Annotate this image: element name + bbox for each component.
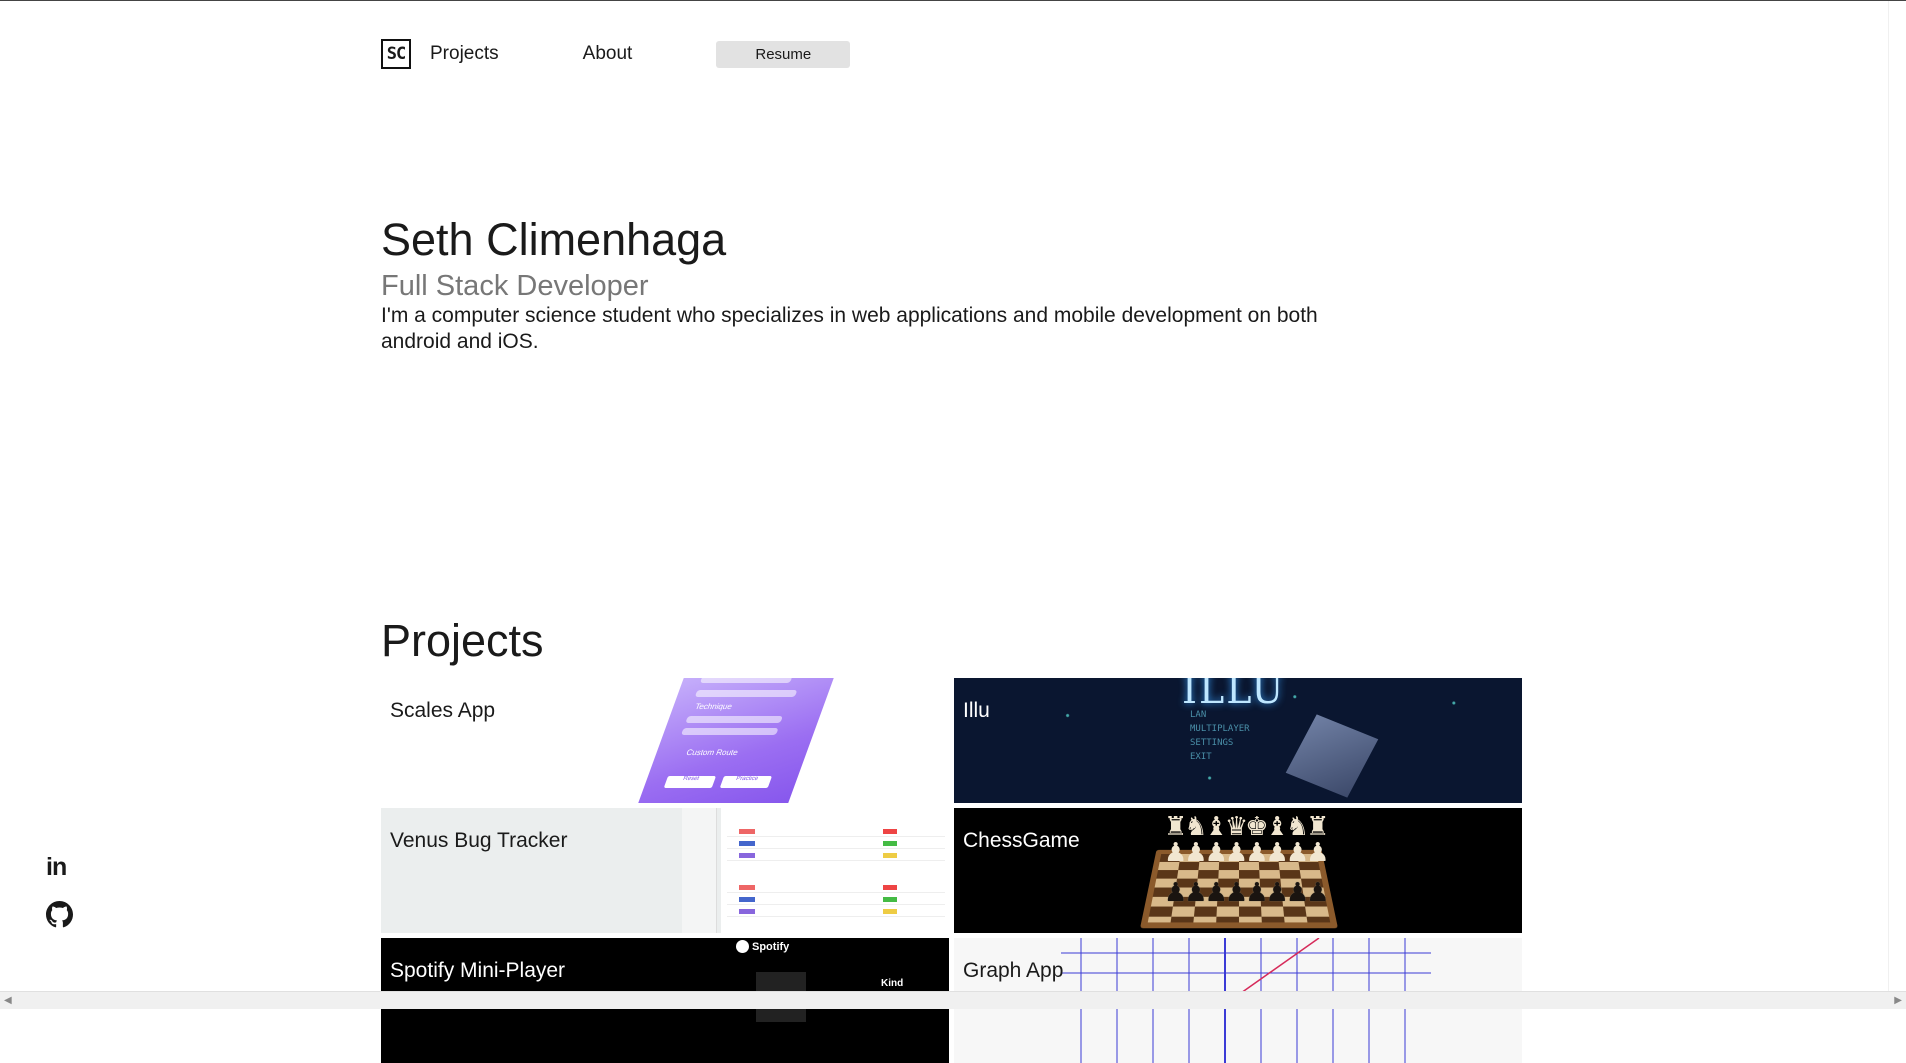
project-card-illu[interactable]: Illu ILLU LAN MULTIPLAYER SETTINGS EXIT xyxy=(954,678,1522,803)
project-title: Spotify Mini-Player xyxy=(390,959,566,982)
venus-table-screenshot xyxy=(721,808,949,933)
project-title: Scales App xyxy=(390,699,496,722)
spotify-track-name: Kind xyxy=(881,978,904,989)
hero-section: Seth Climenhaga Full Stack Developer I'm… xyxy=(381,213,1381,355)
logo[interactable]: SC xyxy=(381,39,411,69)
project-title: Graph App xyxy=(963,959,1064,982)
chess-pieces: ♜♞♝♛♚♝♞♜ ♟♟♟♟♟♟♟♟ ♟♟♟♟♟♟♟♟ xyxy=(1164,811,1329,907)
scales-section-label: Technique xyxy=(693,702,734,711)
projects-heading: Projects xyxy=(381,615,544,666)
nav-about-link[interactable]: About xyxy=(583,43,633,65)
vertical-scrollbar[interactable] xyxy=(1888,1,1906,993)
project-title: Venus Bug Tracker xyxy=(390,829,568,852)
vertical-scroll-thumb[interactable] xyxy=(1892,3,1902,459)
project-title: Illu xyxy=(963,699,990,722)
illu-menu-item: LAN xyxy=(1190,710,1207,720)
project-card-scales-app[interactable]: Scales App Technique Custom Route Reset … xyxy=(381,678,949,803)
illu-game-menu: LAN MULTIPLAYER SETTINGS EXIT xyxy=(1190,708,1250,764)
scales-app-screenshot: Technique Custom Route Reset Practice xyxy=(634,678,838,803)
scroll-left-arrow-icon[interactable]: ◀ xyxy=(4,995,12,1006)
spotify-icon xyxy=(736,940,749,953)
scales-reset-btn: Reset xyxy=(663,776,717,788)
nav-projects-link[interactable]: Projects xyxy=(430,43,499,65)
hero-name: Seth Climenhaga xyxy=(381,214,727,265)
venus-sidebar-screenshot xyxy=(682,808,717,933)
top-nav: SC Projects About Resume xyxy=(381,37,851,71)
project-title: ChessGame xyxy=(963,829,1080,852)
hero-bio: I'm a computer science student who speci… xyxy=(381,304,1318,353)
hero-role: Full Stack Developer xyxy=(381,270,649,302)
illu-menu-item: EXIT xyxy=(1190,752,1212,762)
project-card-venus-bug-tracker[interactable]: Venus Bug Tracker xyxy=(381,808,949,933)
horizontal-scrollbar[interactable]: ◀ ▶ xyxy=(0,991,1906,1009)
scales-route-label: Custom Route xyxy=(684,748,740,757)
illu-game-logo: ILLU xyxy=(1182,678,1286,712)
github-icon[interactable] xyxy=(46,901,73,928)
resume-button[interactable]: Resume xyxy=(716,40,851,68)
illu-menu-item: SETTINGS xyxy=(1190,738,1234,748)
illu-menu-item: MULTIPLAYER xyxy=(1190,724,1250,734)
linkedin-icon[interactable]: in xyxy=(46,853,67,882)
project-card-chessgame[interactable]: ChessGame ♜♞♝♛♚♝♞♜ ♟♟♟♟♟♟♟♟ ♟♟♟♟♟♟♟♟ xyxy=(954,808,1522,933)
scales-practice-btn: Practice xyxy=(719,776,773,788)
spotify-brand-text: Spotify xyxy=(752,940,790,953)
spotify-logo: Spotify xyxy=(736,940,789,953)
scroll-right-arrow-icon[interactable]: ▶ xyxy=(1894,995,1902,1006)
